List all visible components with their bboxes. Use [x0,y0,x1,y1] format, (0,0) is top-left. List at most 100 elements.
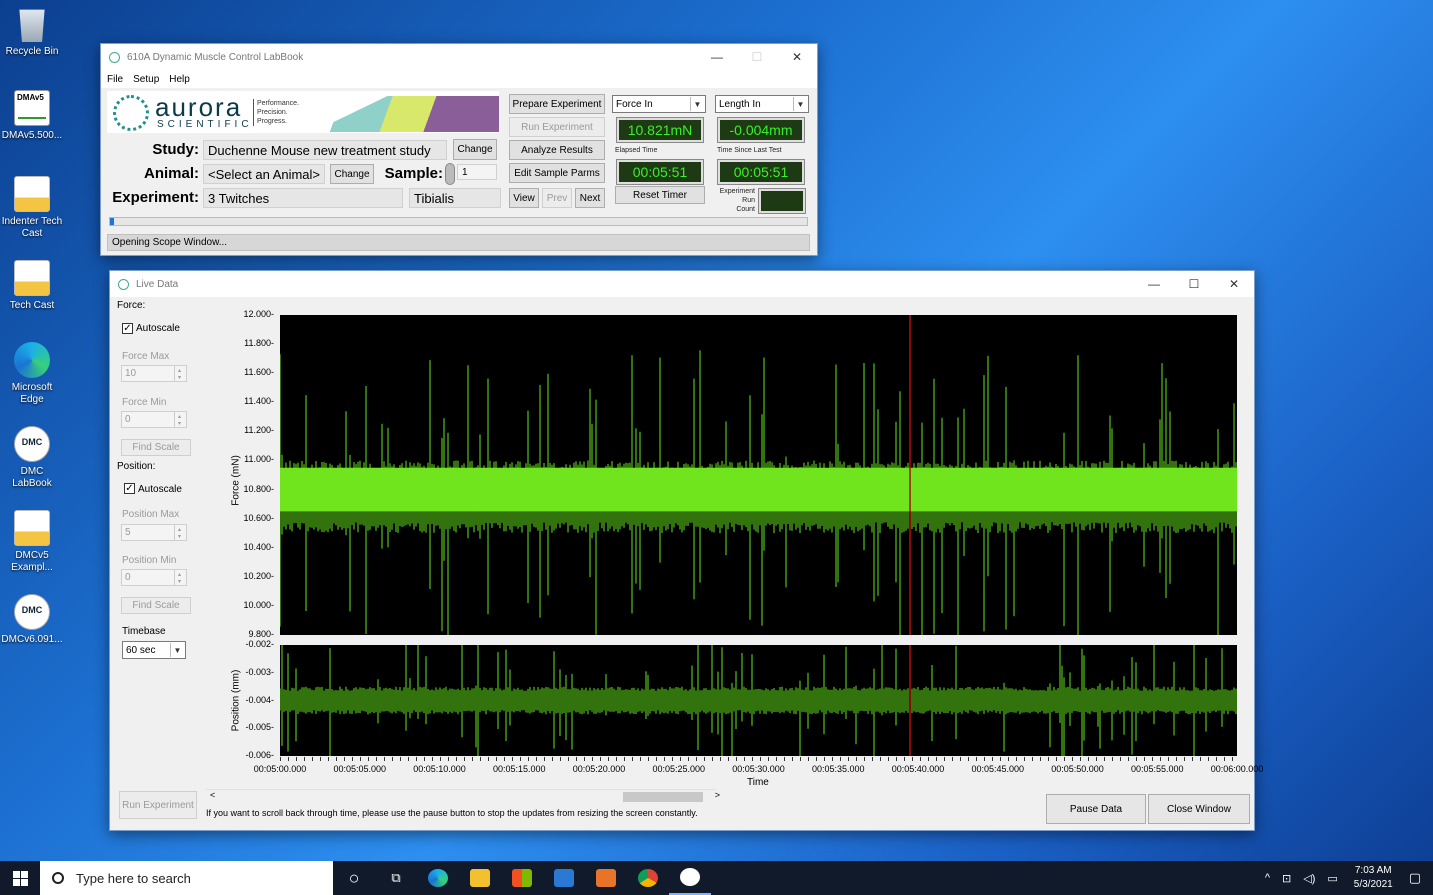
app-icon [109,51,120,63]
desktop-icon-dmcv6[interactable]: DMCv6.091... [0,594,64,646]
mail-icon[interactable] [543,861,585,895]
time-x-tick: 00:05:15.000 [492,764,546,774]
sample-field[interactable]: 1 [457,164,497,180]
time-scrollbar[interactable]: < > [206,789,720,803]
view-button[interactable]: View [509,188,539,208]
scroll-thumb[interactable] [623,792,703,802]
run-experiment-button: Run Experiment [119,791,197,819]
desktop-icon-dmcv5[interactable]: DMCv5 Exampl... [0,510,64,574]
position-find-scale-button: Find Scale [121,597,191,614]
store-icon[interactable] [501,861,543,895]
pause-data-button[interactable]: Pause Data [1046,794,1146,824]
menu-setup[interactable]: Setup [133,74,159,85]
force-y-tick: 10.400- [243,541,274,552]
force-autoscale-label: Autoscale [136,323,180,334]
close-icon[interactable]: ✕ [777,44,817,70]
position-y-tick: -0.006- [245,750,274,760]
live-data-window: Live Data — ☐ ✕ Force: ✓ Autoscale Force… [109,270,1263,831]
timebase-select[interactable]: 60 sec ▼ [122,641,186,659]
time-x-tick: 00:05:50.000 [1051,764,1104,774]
time-minor-ticks [280,757,1237,761]
cortana-icon[interactable]: ○ [333,861,375,895]
edge-taskbar-icon[interactable] [417,861,459,895]
desktop-icon-recycle-bin[interactable]: Recycle Bin [0,6,64,58]
dmc-labbook-taskbar-icon[interactable] [669,861,711,895]
sample-spinner-icon[interactable] [445,163,455,185]
document-icon [14,176,50,212]
app-icon [118,278,129,290]
force-source-select[interactable]: Force In ▼ [612,95,706,113]
media-player-icon[interactable] [585,861,627,895]
file-explorer-icon[interactable] [459,861,501,895]
network-icon[interactable]: ⊡ [1282,872,1291,885]
desktop-icon-techcast[interactable]: Tech Cast [0,260,64,312]
scroll-left-icon[interactable]: < [210,790,215,800]
position-autoscale-checkbox[interactable]: ✓ [124,483,135,494]
change-study-button[interactable]: Change [453,139,497,160]
desktop-icon-indenter[interactable]: Indenter Tech Cast [0,176,64,240]
position-min-input: 0 [121,569,187,586]
position-y-tick: -0.005- [245,722,274,733]
force-min-label: Force Min [122,397,167,408]
display-icon[interactable]: ▭ [1327,872,1337,885]
force-autoscale-checkbox[interactable]: ✓ [122,323,133,334]
chevron-down-icon: ▼ [170,643,184,657]
close-window-button[interactable]: Close Window [1148,794,1250,824]
edit-sample-parms-button[interactable]: Edit Sample Parms [509,163,605,183]
minimize-icon[interactable]: — [697,44,737,70]
time-x-tick: 00:05:00.000 [253,764,307,774]
time-x-tick: 00:06:00.000 [1210,764,1264,774]
next-button[interactable]: Next [575,188,605,208]
timebase-label: Timebase [122,626,166,637]
live-data-titlebar: Live Data — ☐ ✕ [110,271,1254,297]
length-source-select[interactable]: Length In ▼ [715,95,809,113]
maximize-icon[interactable]: ☐ [1174,271,1214,297]
menu-file[interactable]: File [107,74,123,85]
change-animal-button[interactable]: Change [330,164,374,184]
logo-graphic [313,96,499,132]
force-y-tick: 10.800- [243,483,274,494]
animal-field: <Select an Animal> [203,164,325,184]
time-x-tick: 00:05:55.000 [1130,764,1184,774]
force-series-line [280,315,1237,635]
series-path [280,645,1237,756]
task-view-icon[interactable]: ⧉ [375,861,417,895]
force-readout: 10.821mN [616,117,704,143]
window-title: Live Data [136,278,179,290]
position-heading: Position: [117,461,156,472]
analyze-results-button[interactable]: Analyze Results [509,140,605,160]
clock[interactable]: 7:03 AM 5/3/2021 [1354,864,1393,892]
taskbar-search[interactable]: Type here to search [40,861,333,895]
force-find-scale-button: Find Scale [121,439,191,456]
desktop-icon-dmav5[interactable]: DMAv5.500... [0,90,64,142]
series-dense-band [280,467,1237,512]
chrome-icon[interactable] [627,861,669,895]
minimize-icon[interactable]: — [1134,271,1174,297]
force-max-input: 10 [121,365,187,382]
run-count-readout [758,188,806,214]
close-icon[interactable]: ✕ [1214,271,1254,297]
scroll-hint: If you want to scroll back through time,… [206,808,698,818]
taskbar: Type here to search ○ ⧉ ^ ⊡ ◁) ▭ 7:03 AM… [0,861,1433,895]
desktop-icon-edge[interactable]: Microsoft Edge [0,342,64,406]
scroll-right-icon[interactable]: > [715,790,720,800]
experiment-field: 3 Twitches [203,188,403,208]
position-y-tick: -0.003- [245,666,274,677]
chevron-up-icon[interactable]: ^ [1265,872,1270,884]
prepare-experiment-button[interactable]: Prepare Experiment [509,94,605,114]
position-series-line [280,645,1237,756]
since-last-test-label: Time Since Last Test [717,147,782,154]
reset-timer-button[interactable]: Reset Timer [615,186,705,204]
desktop-icon-dmc-labbook[interactable]: DMC LabBook [0,426,64,490]
labbook-titlebar: 610A Dynamic Muscle Control LabBook — ☐ … [101,44,817,70]
position-plot-area [280,645,1237,756]
time-x-tick: 00:05:30.000 [732,764,785,774]
prev-button: Prev [542,188,572,208]
notifications-icon[interactable]: ▢ [1409,870,1421,886]
force-y-tick: 11.200- [244,425,274,436]
volume-icon[interactable]: ◁) [1303,872,1315,885]
force-y-tick: 11.800- [244,338,274,349]
start-button[interactable] [0,861,40,895]
time-axis-title: Time [747,777,769,788]
menu-help[interactable]: Help [169,74,190,85]
